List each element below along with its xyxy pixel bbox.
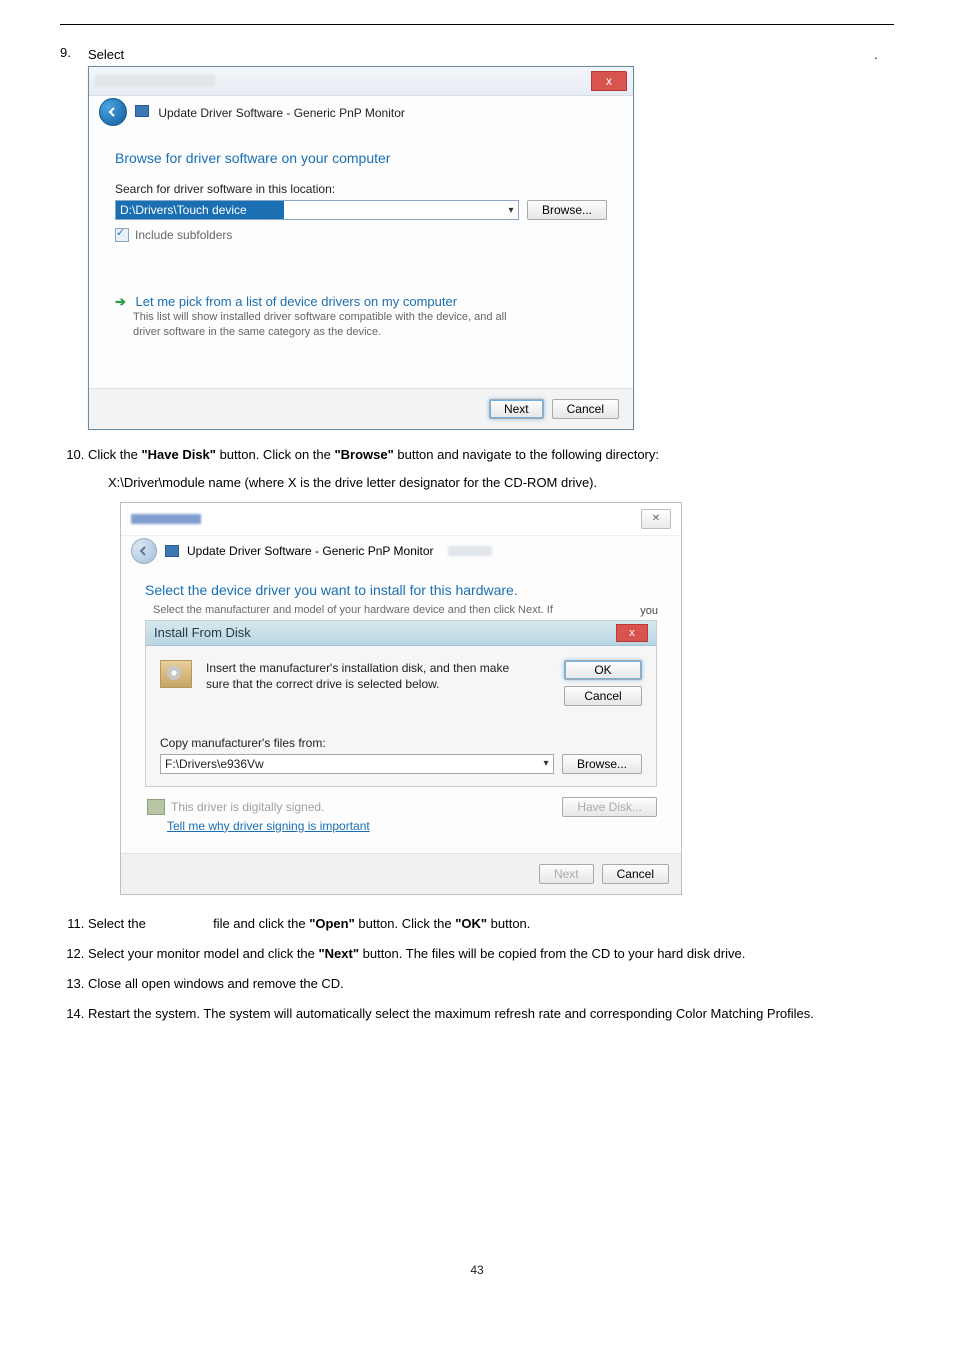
wizard-footer: Next Cancel [121,853,681,894]
close-icon[interactable]: x [616,624,648,642]
step-10-path: X:\Driver\module name (where X is the dr… [108,472,894,494]
install-from-disk-window: ✕ Update Driver Software - Generic PnP M… [120,502,682,895]
step-11: Select the file and click the "Open" but… [88,913,894,935]
step-14: Restart the system. The system will auto… [88,1003,894,1025]
cancel-button[interactable]: Cancel [602,864,669,884]
insert-line2: sure that the correct drive is selected … [206,676,550,692]
arrow-left-icon [139,546,149,556]
step9-trail: . [874,45,894,62]
wizard-heading: Browse for driver software on your compu… [115,150,607,166]
install-from-disk-dialog: you Install From Disk x Insert the manuf… [145,620,657,787]
hint-text: Select the manufacturer and model of you… [153,604,657,616]
have-disk-button[interactable]: Have Disk... [562,797,657,817]
step-13: Close all open windows and remove the CD… [88,973,894,995]
step-9: 9. Select . [60,45,894,62]
let-me-pick-option[interactable]: ➔ Let me pick from a list of device driv… [115,292,607,342]
step9-number: 9. [60,45,88,60]
page-number: 43 [60,1033,894,1277]
let-me-pick-title: Let me pick from a list of device driver… [136,294,458,309]
browse-button[interactable]: Browse... [562,754,642,774]
window-titlebar: ✕ [121,503,681,536]
next-button[interactable]: Next [539,864,594,884]
hint-trail: you [640,605,658,617]
let-me-pick-sub2: driver software in the same category as … [133,325,607,340]
update-driver-window: x Update Driver Software - Generic PnP M… [88,66,634,430]
next-button[interactable]: Next [489,399,544,419]
disk-icon [160,660,192,688]
breadcrumb-text: Update Driver Software - Generic PnP Mon… [158,106,405,120]
breadcrumb-text: Update Driver Software - Generic PnP Mon… [187,544,434,558]
blurred-trail [448,546,492,556]
breadcrumb: Update Driver Software - Generic PnP Mon… [135,105,405,120]
step-10: Click the "Have Disk" button. Click on t… [88,444,894,494]
chevron-down-icon[interactable]: ▾ [504,205,518,216]
dialog-title: Install From Disk [154,625,251,640]
copy-path-combo[interactable]: ▾ [160,754,554,774]
window-titlebar: x [89,67,633,96]
insert-line1: Insert the manufacturer's installation d… [206,660,550,676]
signed-text: This driver is digitally signed. [171,800,324,814]
blurred-caption [131,514,201,524]
monitor-icon [135,105,149,117]
include-subfolders-label: Include subfolders [135,228,232,242]
cancel-button[interactable]: Cancel [564,686,642,706]
breadcrumb-bar: Update Driver Software - Generic PnP Mon… [89,96,633,134]
wizard-heading: Select the device driver you want to ins… [145,582,657,598]
let-me-pick-sub1: This list will show installed driver sof… [133,310,607,325]
arrow-left-icon [107,106,119,118]
blurred-title [95,75,215,87]
ok-button[interactable]: OK [564,660,642,680]
copy-from-label: Copy manufacturer's files from: [160,736,642,750]
step9-label: Select [88,45,874,62]
wizard-footer: Next Cancel [89,388,633,429]
tell-me-link[interactable]: Tell me why driver signing is important [167,819,657,833]
browse-button[interactable]: Browse... [527,200,607,220]
chevron-down-icon[interactable]: ▾ [539,758,553,769]
dialog-titlebar: Install From Disk x [146,621,656,646]
search-path-combo[interactable]: ▾ [115,200,519,220]
include-subfolders-checkbox[interactable] [115,228,129,242]
divider-line [60,24,894,25]
back-button[interactable] [99,98,127,126]
step-12: Select your monitor model and click the … [88,943,894,965]
search-label: Search for driver software in this locat… [115,182,607,196]
close-icon[interactable]: ✕ [641,509,671,529]
back-button[interactable] [131,538,157,564]
search-path-input[interactable] [116,201,284,219]
monitor-icon [165,545,179,557]
certificate-icon [147,799,165,815]
copy-path-input[interactable] [161,755,539,773]
cancel-button[interactable]: Cancel [552,399,619,419]
close-icon[interactable]: x [591,71,627,91]
arrow-right-icon: ➔ [115,294,126,309]
